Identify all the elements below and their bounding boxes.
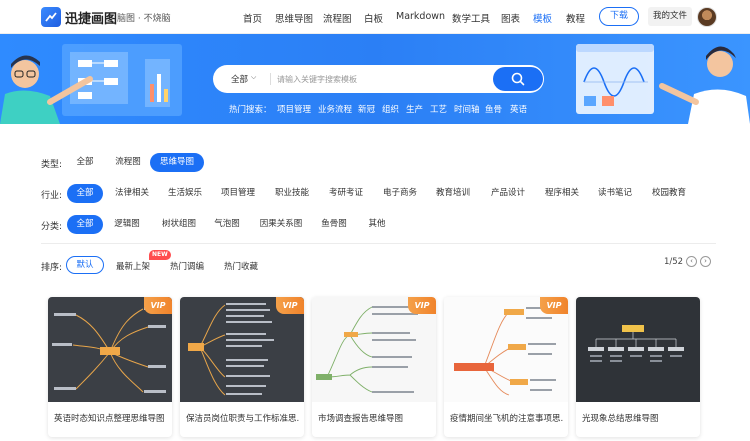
category-chip[interactable]: 树状组图 — [158, 215, 200, 234]
brand-name[interactable]: 迅捷画图 — [65, 8, 117, 27]
template-title[interactable]: 英语时态知识点整理思维导图 — [54, 412, 168, 424]
template-card[interactable]: VIP 英语时态知识点整理思维导图 — [48, 297, 172, 437]
banner-right-illustration — [576, 44, 750, 124]
hot-search-item[interactable]: 鱼骨 — [485, 103, 502, 115]
brand-slogan: 脑图 · 不烧脑 — [117, 14, 171, 24]
nav-home[interactable]: 首页 — [243, 11, 262, 25]
hot-search-label: 热门搜索： — [229, 105, 272, 115]
industry-chip-all[interactable]: 全部 — [67, 184, 103, 203]
category-filter-label: 分类: — [41, 222, 63, 232]
industry-chip[interactable]: 电子商务 — [379, 184, 421, 203]
hot-search-item[interactable]: 项目管理 — [277, 103, 311, 115]
nav-charts[interactable]: 图表 — [501, 11, 520, 25]
template-card[interactable]: VIP 市场调查报告思维导图 — [312, 297, 436, 437]
search-input[interactable] — [277, 70, 477, 88]
new-badge: NEW — [149, 250, 171, 260]
template-card[interactable]: VIP 保洁员岗位职责与工作标准思... — [180, 297, 304, 437]
industry-chip[interactable]: 产品设计 — [487, 184, 529, 203]
type-chip-flowchart[interactable]: 流程图 — [110, 153, 146, 172]
chevron-down-icon[interactable]: ⌵ — [251, 73, 256, 82]
banner-left-illustration — [0, 44, 182, 124]
nav-math-tools[interactable]: 数学工具 — [452, 11, 490, 25]
industry-chip[interactable]: 读书笔记 — [594, 184, 636, 203]
industry-chip[interactable]: 程序相关 — [541, 184, 583, 203]
template-title[interactable]: 光现象总结思维导图 — [582, 412, 696, 424]
my-files-button[interactable]: 我的文件 — [648, 7, 692, 26]
hot-search-item[interactable]: 组织 — [382, 103, 399, 115]
top-header: 迅捷画图 脑图 · 不烧脑 首页 思维导图 流程图 白板 Markdown 数学… — [0, 0, 750, 34]
search-button[interactable] — [493, 67, 543, 91]
category-chip-all[interactable]: 全部 — [67, 215, 103, 234]
type-filter-label: 类型: — [41, 160, 63, 170]
template-title[interactable]: 保洁员岗位职责与工作标准思... — [186, 412, 300, 424]
vip-badge: VIP — [540, 297, 568, 314]
category-chip[interactable]: 因果关系图 — [256, 215, 306, 234]
filter-divider — [41, 243, 716, 244]
sort-hot-button[interactable]: 热门调编 — [170, 260, 204, 272]
industry-chip[interactable]: 生活娱乐 — [164, 184, 206, 203]
sort-default-button[interactable]: 默认 — [66, 256, 104, 274]
category-chip[interactable]: 逻辑图 — [111, 215, 143, 234]
logo-icon[interactable] — [41, 7, 61, 27]
template-card[interactable]: VIP 疫情期间坐飞机的注意事项思... — [444, 297, 568, 437]
industry-chip[interactable]: 教育培训 — [432, 184, 474, 203]
hot-search-item[interactable]: 生产 — [406, 103, 423, 115]
industry-chip[interactable]: 考研考证 — [325, 184, 367, 203]
sort-newest-button[interactable]: 最新上架 — [116, 260, 150, 272]
industry-filter-label: 行业: — [41, 191, 63, 201]
search-banner: 全部 ⌵ 热门搜索： 项目管理 业务流程 新冠 组织 生产 工艺 时间轴 鱼骨 … — [0, 34, 750, 124]
template-card[interactable]: 光现象总结思维导图 — [576, 297, 700, 437]
template-title[interactable]: 市场调查报告思维导图 — [318, 412, 432, 424]
nav-markdown[interactable]: Markdown — [396, 11, 445, 22]
search-icon — [511, 72, 525, 86]
sort-label: 排序: — [41, 263, 63, 273]
nav-flowchart[interactable]: 流程图 — [323, 11, 352, 25]
industry-chip[interactable]: 项目管理 — [217, 184, 259, 203]
next-page-icon[interactable]: › — [700, 256, 711, 267]
hot-search-item[interactable]: 英语 — [510, 103, 527, 115]
industry-chip[interactable]: 职业技能 — [271, 184, 313, 203]
hot-search-item[interactable]: 业务流程 — [318, 103, 352, 115]
category-chip[interactable]: 其他 — [362, 215, 392, 234]
page-indicator: 1/52 — [664, 257, 684, 267]
template-title[interactable]: 疫情期间坐飞机的注意事项思... — [450, 412, 564, 424]
category-chip[interactable]: 鱼骨图 — [318, 215, 350, 234]
category-chip[interactable]: 气泡图 — [211, 215, 243, 234]
download-button[interactable]: 下载 — [599, 7, 639, 26]
type-chip-mindmap[interactable]: 思维导图 — [150, 153, 204, 172]
search-divider — [270, 73, 271, 85]
nav-whiteboard[interactable]: 白板 — [364, 11, 383, 25]
industry-chip[interactable]: 法律相关 — [111, 184, 153, 203]
hot-search-item[interactable]: 新冠 — [358, 103, 375, 115]
sort-favorites-button[interactable]: 热门收藏 — [224, 260, 258, 272]
type-chip-all[interactable]: 全部 — [70, 153, 100, 172]
prev-page-icon[interactable]: ‹ — [686, 256, 697, 267]
nav-templates[interactable]: 模板 — [533, 11, 552, 25]
vip-badge: VIP — [408, 297, 436, 314]
hot-search-item[interactable]: 时间轴 — [454, 103, 480, 115]
industry-chip[interactable]: 校园教育 — [648, 184, 690, 203]
avatar[interactable] — [697, 7, 717, 27]
vip-badge: VIP — [144, 297, 172, 314]
vip-badge: VIP — [276, 297, 304, 314]
hot-search-item[interactable]: 工艺 — [430, 103, 447, 115]
search-box: 全部 ⌵ — [213, 65, 544, 93]
search-scope-select[interactable]: 全部 — [231, 73, 248, 85]
nav-tutorials[interactable]: 教程 — [566, 11, 585, 25]
template-thumbnail — [576, 297, 700, 402]
nav-mindmap[interactable]: 思维导图 — [275, 11, 313, 25]
